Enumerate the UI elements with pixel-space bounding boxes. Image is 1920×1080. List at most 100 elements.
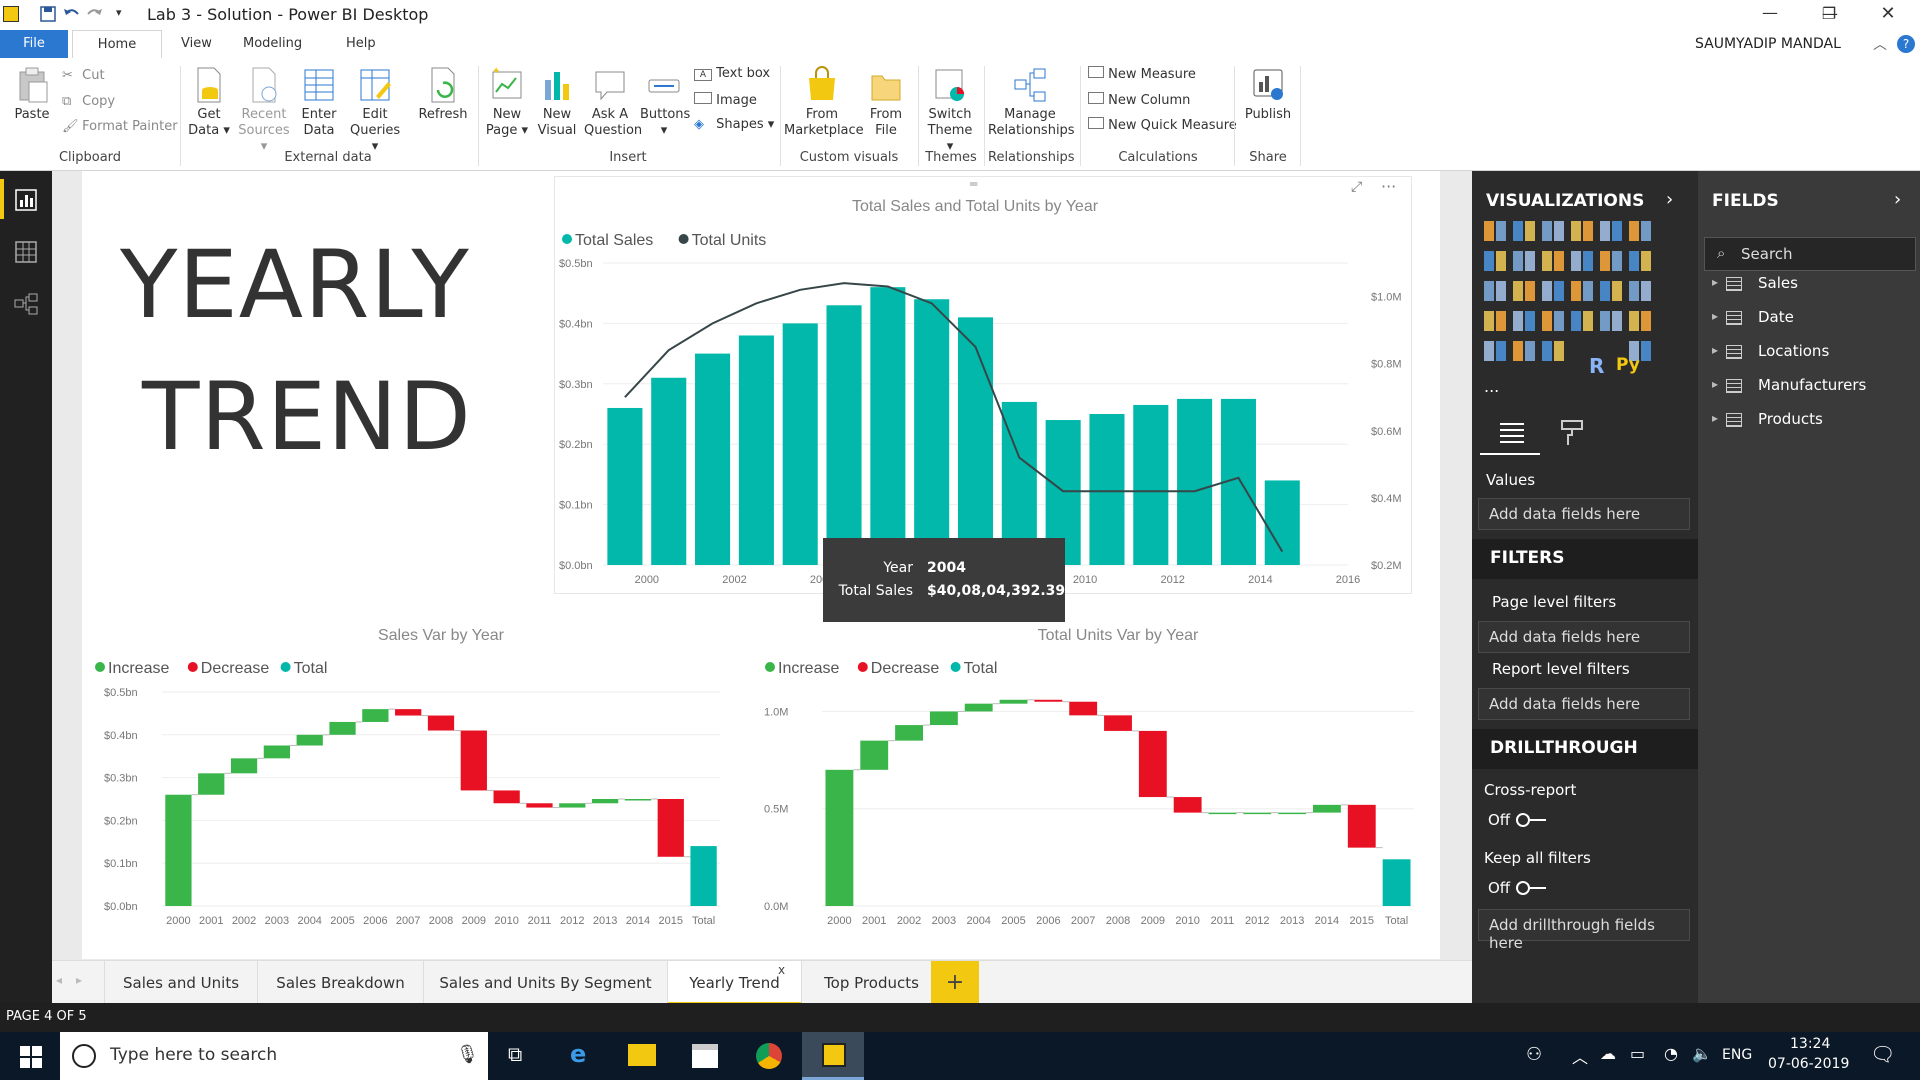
- collapse-ribbon-icon[interactable]: ︿: [1873, 34, 1887, 54]
- expand-chevron-icon[interactable]: ▸: [1712, 309, 1718, 323]
- fields-search-box[interactable]: ⌕ Search: [1704, 237, 1916, 271]
- language-indicator[interactable]: ENG: [1722, 1047, 1752, 1063]
- visual-type-icon[interactable]: [1484, 341, 1506, 361]
- expand-chevron-icon[interactable]: ▸: [1712, 411, 1718, 425]
- cross-report-toggle[interactable]: [1516, 813, 1546, 827]
- redo-icon[interactable]: [86, 6, 104, 22]
- minimize-window-icon[interactable]: —: [1755, 3, 1785, 25]
- tab-help[interactable]: Help: [346, 36, 376, 51]
- onedrive-icon[interactable]: ☁: [1600, 1044, 1616, 1063]
- field-table-sales[interactable]: ▸ Sales: [1698, 271, 1920, 299]
- expand-chevron-icon[interactable]: ▸: [1712, 343, 1718, 357]
- close-window-icon[interactable]: ✕: [1873, 3, 1903, 25]
- format-painter-button[interactable]: 🖌 Format Painter: [62, 119, 178, 134]
- field-table-locations[interactable]: ▸ Locations: [1698, 339, 1920, 367]
- tab-view[interactable]: View: [181, 36, 212, 51]
- copy-button[interactable]: ⧉ Copy: [62, 94, 115, 109]
- drag-handle-icon[interactable]: ═: [970, 177, 977, 191]
- tab-sales-and-units-by-segment[interactable]: Sales and Units By Segment: [424, 961, 668, 1005]
- visual-type-icon[interactable]: [1513, 281, 1535, 301]
- ask-question-button[interactable]: Ask A Question: [584, 66, 642, 139]
- new-measure-button[interactable]: New Measure: [1088, 66, 1196, 82]
- cut-button[interactable]: ✂ Cut: [62, 68, 105, 83]
- battery-icon[interactable]: ▭: [1630, 1044, 1645, 1063]
- expand-chevron-icon[interactable]: ▸: [1712, 377, 1718, 391]
- combo-chart-visual[interactable]: Total Sales and Total Units by Year Total…: [554, 176, 1412, 594]
- visual-type-icon[interactable]: [1600, 251, 1622, 271]
- drillthrough-drop-zone[interactable]: Add drillthrough fields here: [1478, 909, 1690, 952]
- file-explorer-icon[interactable]: [628, 1044, 656, 1066]
- enter-data-button[interactable]: Enter Data: [298, 66, 340, 139]
- taskbar-search-box[interactable]: Type here to search 🎙: [60, 1032, 488, 1080]
- close-tab-icon[interactable]: x: [778, 963, 785, 977]
- visual-type-icon[interactable]: [1571, 281, 1593, 301]
- next-page-icon[interactable]: ▸: [76, 973, 82, 987]
- visual-type-icon[interactable]: [1513, 311, 1535, 331]
- chrome-icon[interactable]: [756, 1043, 782, 1069]
- text-box-button[interactable]: A Text box: [694, 66, 770, 81]
- visual-type-icon[interactable]: [1629, 251, 1651, 271]
- visual-type-icon[interactable]: [1629, 311, 1651, 331]
- visual-type-icon[interactable]: [1600, 221, 1622, 241]
- manage-relationships-button[interactable]: Manage Relationships: [988, 66, 1075, 139]
- undo-icon[interactable]: [62, 6, 80, 22]
- tab-modeling[interactable]: Modeling: [243, 36, 302, 51]
- keep-filters-toggle[interactable]: [1516, 881, 1546, 895]
- r-visual-icon[interactable]: R: [1589, 354, 1604, 378]
- python-visual-icon[interactable]: Py: [1616, 355, 1640, 375]
- visual-type-icon[interactable]: [1484, 251, 1506, 271]
- save-icon[interactable]: [40, 6, 56, 22]
- expand-chevron-icon[interactable]: ▸: [1712, 275, 1718, 289]
- windows-start-icon[interactable]: [20, 1046, 42, 1068]
- get-data-button[interactable]: Get Data ▾: [186, 66, 232, 139]
- field-table-date[interactable]: ▸ Date: [1698, 305, 1920, 333]
- powerbi-taskbar-button[interactable]: [802, 1032, 864, 1080]
- visual-type-icon[interactable]: [1600, 311, 1622, 331]
- visual-type-icon[interactable]: [1484, 221, 1506, 241]
- collapse-fields-icon[interactable]: ›: [1894, 189, 1901, 210]
- values-drop-zone[interactable]: Add data fields here: [1478, 498, 1690, 530]
- tray-expand-icon[interactable]: ︿: [1572, 1044, 1588, 1068]
- focus-mode-icon[interactable]: ⤢: [1351, 179, 1362, 195]
- fields-well-tab[interactable]: [1480, 409, 1540, 455]
- field-table-products[interactable]: ▸ Products: [1698, 407, 1920, 435]
- help-icon[interactable]: ?: [1897, 35, 1915, 53]
- task-view-icon[interactable]: ⧉: [508, 1042, 522, 1066]
- from-file-button[interactable]: From File: [864, 66, 908, 139]
- prev-page-icon[interactable]: ◂: [56, 973, 62, 987]
- add-page-button[interactable]: +: [931, 961, 979, 1005]
- clock-date[interactable]: 07-06-2019: [1768, 1056, 1849, 1072]
- sales-var-visual[interactable]: Sales Var by Year Increase Decrease Total $0…: [92, 626, 732, 956]
- field-table-manufacturers[interactable]: ▸ Manufacturers: [1698, 373, 1920, 401]
- from-marketplace-button[interactable]: From Marketplace: [784, 66, 864, 139]
- publish-button[interactable]: Publish: [1240, 66, 1296, 123]
- tab-sales-breakdown[interactable]: Sales Breakdown: [258, 961, 424, 1005]
- notifications-icon[interactable]: 🗨: [1870, 1042, 1895, 1066]
- more-options-icon[interactable]: ···: [1381, 177, 1396, 196]
- visual-type-icon[interactable]: [1513, 251, 1535, 271]
- model-view-icon[interactable]: [14, 293, 38, 315]
- visual-type-icon[interactable]: [1542, 281, 1564, 301]
- collapse-visualizations-icon[interactable]: ›: [1666, 189, 1673, 210]
- new-column-button[interactable]: New Column: [1088, 92, 1190, 108]
- report-filters-drop-zone[interactable]: Add data fields here: [1478, 688, 1690, 720]
- tab-home[interactable]: Home: [72, 30, 162, 58]
- visual-type-icon[interactable]: [1484, 311, 1506, 331]
- data-view-icon[interactable]: [15, 241, 37, 263]
- units-var-visual[interactable]: Total Units Var by Year Increase Decrease T…: [750, 626, 1430, 956]
- quick-access-dropdown-icon[interactable]: ▾: [116, 6, 122, 19]
- visual-type-icon[interactable]: [1513, 221, 1535, 241]
- format-tab[interactable]: [1542, 409, 1602, 455]
- more-visuals-icon[interactable]: ...: [1484, 377, 1499, 396]
- visual-type-icon[interactable]: [1571, 251, 1593, 271]
- visual-type-icon[interactable]: [1600, 281, 1622, 301]
- edge-icon[interactable]: e: [570, 1040, 586, 1068]
- restore-window-icon[interactable]: ❐: [1814, 4, 1844, 26]
- visual-type-icon[interactable]: [1513, 341, 1535, 361]
- new-visual-button[interactable]: New Visual: [536, 66, 578, 139]
- shapes-button[interactable]: ◈ Shapes ▾: [694, 117, 774, 132]
- visual-type-icon[interactable]: [1542, 311, 1564, 331]
- image-button[interactable]: Image: [694, 92, 757, 108]
- tab-sales-and-units[interactable]: Sales and Units: [104, 961, 258, 1005]
- recent-sources-button[interactable]: Recent Sources ▾: [238, 66, 290, 155]
